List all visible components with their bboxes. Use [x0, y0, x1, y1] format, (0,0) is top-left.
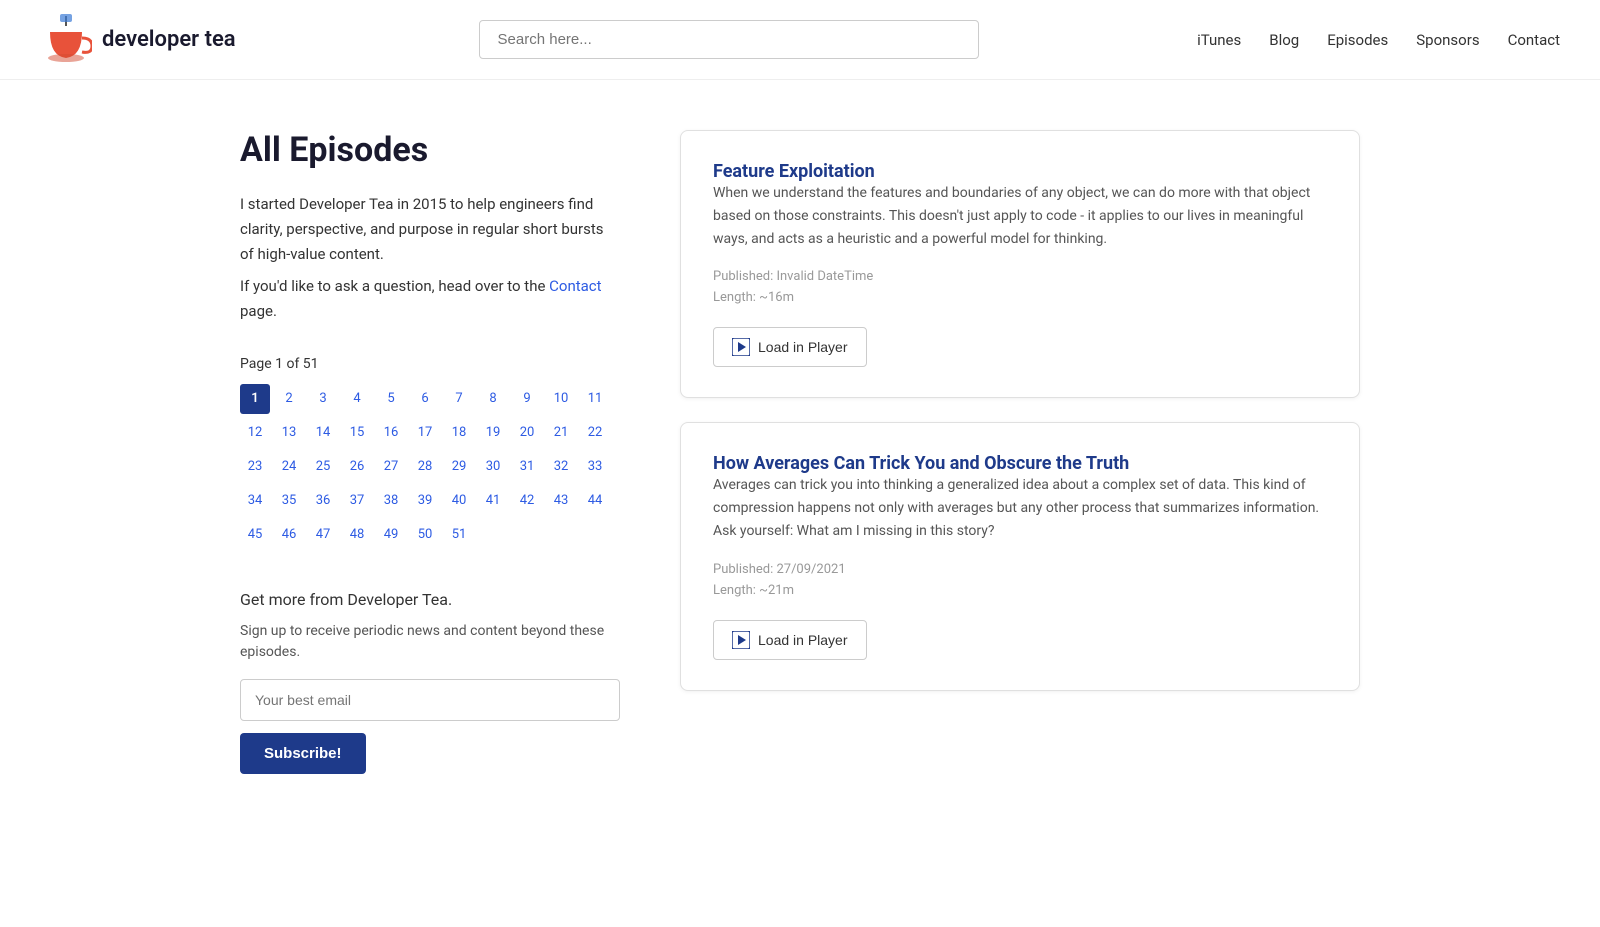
pagination: 1234567891011121314151617181920212223242… — [240, 384, 620, 550]
page-btn-32[interactable]: 32 — [546, 452, 576, 482]
page-btn-46[interactable]: 46 — [274, 520, 304, 550]
episode-title-1[interactable]: How Averages Can Trick You and Obscure t… — [713, 453, 1129, 474]
nav-sponsors[interactable]: Sponsors — [1416, 31, 1479, 49]
left-column: All Episodes I started Developer Tea in … — [240, 130, 620, 774]
page-btn-26[interactable]: 26 — [342, 452, 372, 482]
play-icon-1 — [732, 631, 750, 649]
page-btn-43[interactable]: 43 — [546, 486, 576, 516]
page-btn-31[interactable]: 31 — [512, 452, 542, 482]
page-btn-25[interactable]: 25 — [308, 452, 338, 482]
episode-desc-1: Averages can trick you into thinking a g… — [713, 474, 1327, 543]
logo-text: developer tea — [102, 27, 236, 52]
description-2-text: If you'd like to ask a question, head ov… — [240, 277, 545, 295]
load-player-btn-0[interactable]: Load in Player — [713, 327, 867, 367]
page-btn-45[interactable]: 45 — [240, 520, 270, 550]
page-btn-41[interactable]: 41 — [478, 486, 508, 516]
page-btn-9[interactable]: 9 — [512, 384, 542, 414]
page-btn-22[interactable]: 22 — [580, 418, 610, 448]
page-btn-44[interactable]: 44 — [580, 486, 610, 516]
description-1: I started Developer Tea in 2015 to help … — [240, 192, 620, 266]
episode-card-0: Feature Exploitation When we understand … — [680, 130, 1360, 398]
search-area — [260, 20, 1197, 59]
page-btn-30[interactable]: 30 — [478, 452, 508, 482]
page-btn-28[interactable]: 28 — [410, 452, 440, 482]
page-btn-2[interactable]: 2 — [274, 384, 304, 414]
page-btn-23[interactable]: 23 — [240, 452, 270, 482]
site-header: developer tea iTunes Blog Episodes Spons… — [0, 0, 1600, 80]
page-btn-8[interactable]: 8 — [478, 384, 508, 414]
page-btn-33[interactable]: 33 — [580, 452, 610, 482]
pagination-info: Page 1 of 51 — [240, 356, 620, 372]
page-btn-48[interactable]: 48 — [342, 520, 372, 550]
page-btn-17[interactable]: 17 — [410, 418, 440, 448]
page-btn-11[interactable]: 11 — [580, 384, 610, 414]
page-btn-3[interactable]: 3 — [308, 384, 338, 414]
page-btn-19[interactable]: 19 — [478, 418, 508, 448]
episode-title-0[interactable]: Feature Exploitation — [713, 161, 875, 182]
main-nav: iTunes Blog Episodes Sponsors Contact — [1197, 31, 1560, 49]
page-btn-15[interactable]: 15 — [342, 418, 372, 448]
page-btn-49[interactable]: 49 — [376, 520, 406, 550]
episode-desc-0: When we understand the features and boun… — [713, 182, 1327, 251]
page-btn-10[interactable]: 10 — [546, 384, 576, 414]
page-btn-16[interactable]: 16 — [376, 418, 406, 448]
page-btn-39[interactable]: 39 — [410, 486, 440, 516]
episodes-list: Feature Exploitation When we understand … — [680, 130, 1360, 774]
page-btn-24[interactable]: 24 — [274, 452, 304, 482]
load-player-btn-1[interactable]: Load in Player — [713, 620, 867, 660]
page-btn-29[interactable]: 29 — [444, 452, 474, 482]
page-title: All Episodes — [240, 130, 620, 170]
search-input[interactable] — [479, 20, 979, 59]
episode-published-0: Published: Invalid DateTime — [713, 269, 1327, 284]
episode-length-1: Length: ~21m — [713, 583, 1327, 598]
signup-title: Get more from Developer Tea. — [240, 590, 620, 609]
page-btn-7[interactable]: 7 — [444, 384, 474, 414]
description-3-text: page. — [240, 302, 277, 320]
page-btn-12[interactable]: 12 — [240, 418, 270, 448]
page-btn-13[interactable]: 13 — [274, 418, 304, 448]
subscribe-button[interactable]: Subscribe! — [240, 733, 366, 774]
page-btn-38[interactable]: 38 — [376, 486, 406, 516]
episode-length-0: Length: ~16m — [713, 290, 1327, 305]
page-btn-47[interactable]: 47 — [308, 520, 338, 550]
page-btn-36[interactable]: 36 — [308, 486, 338, 516]
logo-link[interactable]: developer tea — [40, 14, 260, 66]
page-btn-35[interactable]: 35 — [274, 486, 304, 516]
page-btn-1[interactable]: 1 — [240, 384, 270, 414]
email-input[interactable] — [240, 679, 620, 721]
description-2: If you'd like to ask a question, head ov… — [240, 274, 620, 324]
nav-blog[interactable]: Blog — [1269, 31, 1299, 49]
page-btn-27[interactable]: 27 — [376, 452, 406, 482]
page-btn-21[interactable]: 21 — [546, 418, 576, 448]
main-container: All Episodes I started Developer Tea in … — [200, 80, 1400, 824]
play-icon-0 — [732, 338, 750, 356]
episode-card-1: How Averages Can Trick You and Obscure t… — [680, 422, 1360, 690]
page-btn-34[interactable]: 34 — [240, 486, 270, 516]
page-btn-40[interactable]: 40 — [444, 486, 474, 516]
page-btn-50[interactable]: 50 — [410, 520, 440, 550]
signup-desc: Sign up to receive periodic news and con… — [240, 621, 620, 663]
page-btn-18[interactable]: 18 — [444, 418, 474, 448]
episode-published-1: Published: 27/09/2021 — [713, 562, 1327, 577]
nav-itunes[interactable]: iTunes — [1197, 31, 1241, 49]
page-btn-51[interactable]: 51 — [444, 520, 474, 550]
nav-episodes[interactable]: Episodes — [1327, 31, 1388, 49]
logo-icon — [40, 14, 92, 66]
contact-link[interactable]: Contact — [549, 277, 601, 295]
page-btn-42[interactable]: 42 — [512, 486, 542, 516]
signup-section: Get more from Developer Tea. Sign up to … — [240, 590, 620, 774]
page-btn-5[interactable]: 5 — [376, 384, 406, 414]
page-btn-6[interactable]: 6 — [410, 384, 440, 414]
page-btn-4[interactable]: 4 — [342, 384, 372, 414]
page-btn-37[interactable]: 37 — [342, 486, 372, 516]
nav-contact[interactable]: Contact — [1508, 31, 1560, 49]
page-btn-20[interactable]: 20 — [512, 418, 542, 448]
page-btn-14[interactable]: 14 — [308, 418, 338, 448]
